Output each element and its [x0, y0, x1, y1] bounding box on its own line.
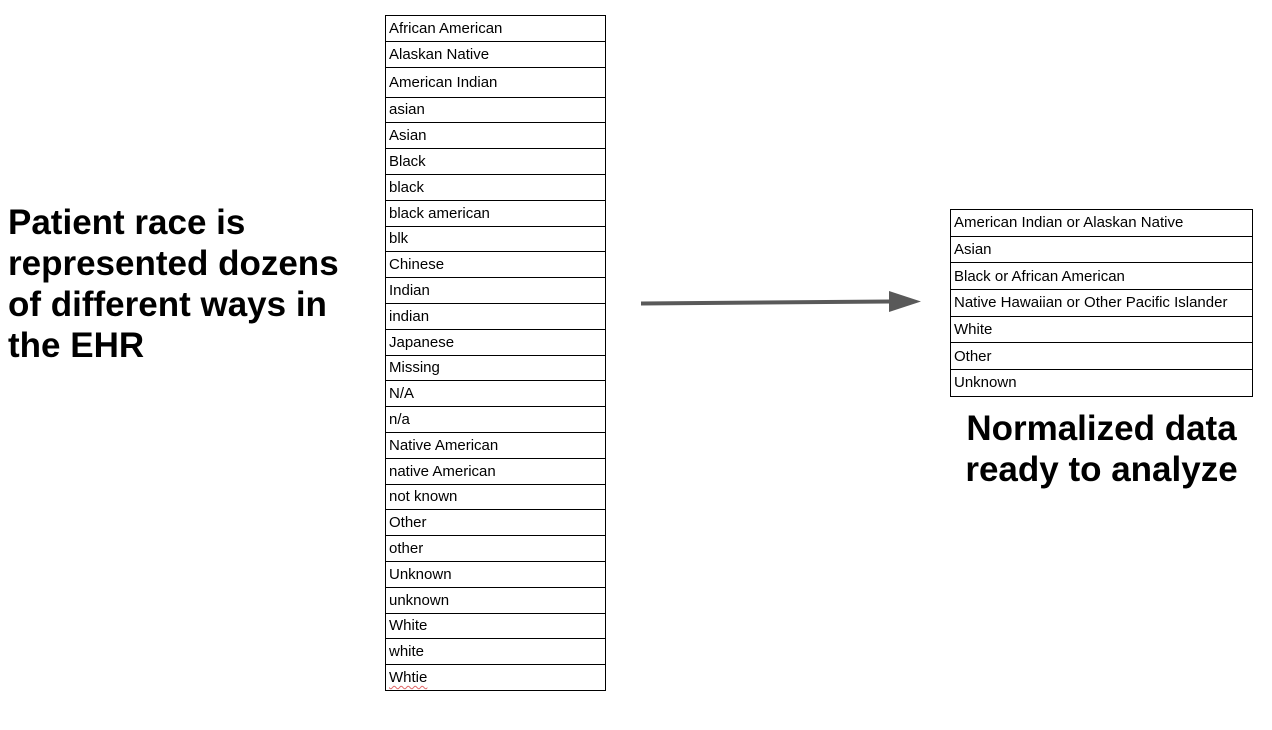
raw-value-cell: Japanese [385, 328, 606, 356]
raw-value-row: Chinese [385, 251, 606, 279]
raw-value-row: white [385, 638, 606, 666]
normalized-value-cell: White [950, 315, 1253, 344]
raw-value-text: Chinese [389, 256, 445, 274]
normalized-value-cell: American Indian or Alaskan Native [950, 209, 1253, 237]
raw-value-cell: African American [385, 15, 606, 42]
raw-value-cell: asian [385, 96, 606, 124]
raw-value-cell: Chinese [385, 251, 606, 279]
raw-value-text: not known [389, 488, 458, 506]
raw-value-text: White [389, 617, 428, 635]
raw-value-text: asian [389, 101, 425, 119]
raw-value-cell: n/a [385, 406, 606, 433]
raw-value-cell: White [385, 612, 606, 640]
raw-value-row: American Indian [385, 66, 606, 98]
raw-value-text: American Indian [389, 73, 498, 91]
raw-value-row: n/a [385, 406, 606, 433]
raw-value-row: asian [385, 96, 606, 124]
normalized-value-cell: Black or African American [950, 262, 1253, 291]
raw-value-text: Unknown [389, 565, 452, 583]
raw-value-text: black [389, 178, 425, 196]
normalized-values-table: American Indian or Alaskan Native Asian Bl… [950, 209, 1253, 397]
raw-value-cell: not known [385, 483, 606, 511]
normalized-value-row: American Indian or Alaskan Native [950, 209, 1253, 237]
normalized-value-row: Other [950, 342, 1253, 371]
normalized-value-row: Asian [950, 235, 1253, 264]
raw-value-row: black american [385, 199, 606, 227]
raw-value-cell: unknown [385, 586, 606, 614]
raw-value-cell: Native American [385, 431, 606, 459]
raw-value-row: other [385, 535, 606, 562]
raw-value-cell: black american [385, 199, 606, 227]
raw-value-text: Japanese [389, 333, 455, 351]
raw-value-text: Asian [389, 127, 427, 145]
raw-value-text: African American [389, 19, 503, 37]
raw-values-table: African American Alaskan Native American I… [385, 15, 606, 691]
raw-value-row: N/A [385, 380, 606, 408]
raw-value-row: black [385, 173, 606, 201]
raw-value-text: unknown [389, 591, 450, 609]
raw-value-row: Japanese [385, 328, 606, 356]
raw-value-row: Native American [385, 431, 606, 459]
raw-value-text: blk [389, 230, 409, 248]
raw-value-text: Black [389, 153, 426, 171]
raw-value-cell: Alaskan Native [385, 40, 606, 68]
raw-value-cell: other [385, 535, 606, 562]
raw-value-row: unknown [385, 586, 606, 614]
raw-value-cell: American Indian [385, 66, 606, 98]
arrow-shaft [640, 299, 894, 306]
raw-value-text: Indian [389, 282, 430, 300]
raw-value-row: Whtie [385, 664, 606, 691]
normalized-value-row: White [950, 315, 1253, 344]
normalized-value-cell: Unknown [950, 369, 1253, 397]
raw-value-cell: indian [385, 302, 606, 330]
raw-value-row: White [385, 612, 606, 640]
raw-value-text: indian [389, 307, 430, 325]
normalized-value-cell: Other [950, 342, 1253, 371]
raw-value-text: n/a [389, 411, 410, 429]
raw-value-cell: Black [385, 148, 606, 175]
raw-value-text: N/A [389, 385, 415, 403]
raw-value-row: Alaskan Native [385, 40, 606, 68]
raw-value-cell: Other [385, 509, 606, 537]
raw-value-row: Black [385, 148, 606, 175]
raw-value-cell: Asian [385, 122, 606, 150]
raw-value-row: Asian [385, 122, 606, 150]
raw-value-cell: white [385, 638, 606, 666]
raw-value-row: blk [385, 225, 606, 253]
raw-value-text: Whtie [389, 669, 428, 687]
raw-value-cell: black [385, 173, 606, 201]
raw-value-text: black american [389, 204, 490, 222]
raw-value-text: Alaskan Native [389, 45, 490, 63]
raw-value-row: Other [385, 509, 606, 537]
raw-value-cell: Indian [385, 277, 606, 304]
raw-value-text: white [389, 643, 425, 661]
raw-value-row: Unknown [385, 560, 606, 588]
raw-value-text: Native American [389, 436, 499, 454]
raw-value-cell: Whtie [385, 664, 606, 691]
normalized-value-row: Black or African American [950, 262, 1253, 291]
right-arrow-icon [640, 291, 921, 312]
raw-value-row: African American [385, 15, 606, 42]
normalized-value-cell: Asian [950, 235, 1253, 264]
raw-value-row: native American [385, 457, 606, 485]
arrow-head [889, 291, 921, 312]
raw-value-cell: Missing [385, 354, 606, 382]
raw-value-cell: Unknown [385, 560, 606, 588]
raw-value-cell: blk [385, 225, 606, 253]
raw-value-cell: native American [385, 457, 606, 485]
normalized-value-cell: Native Hawaiian or Other Pacific Islande… [950, 289, 1253, 317]
raw-value-text: Missing [389, 359, 440, 377]
right-caption: Normalized data ready to analyze [965, 409, 1238, 489]
left-heading: Patient race is represented dozens of di… [8, 203, 339, 365]
raw-value-text: native American [389, 462, 496, 480]
raw-value-text: Other [389, 514, 427, 532]
raw-value-text: other [389, 540, 424, 558]
normalized-value-row: Unknown [950, 369, 1253, 397]
raw-value-row: Indian [385, 277, 606, 304]
raw-value-cell: N/A [385, 380, 606, 408]
raw-value-row: indian [385, 302, 606, 330]
raw-value-row: not known [385, 483, 606, 511]
raw-value-row: Missing [385, 354, 606, 382]
normalized-value-row: Native Hawaiian or Other Pacific Islande… [950, 289, 1253, 317]
